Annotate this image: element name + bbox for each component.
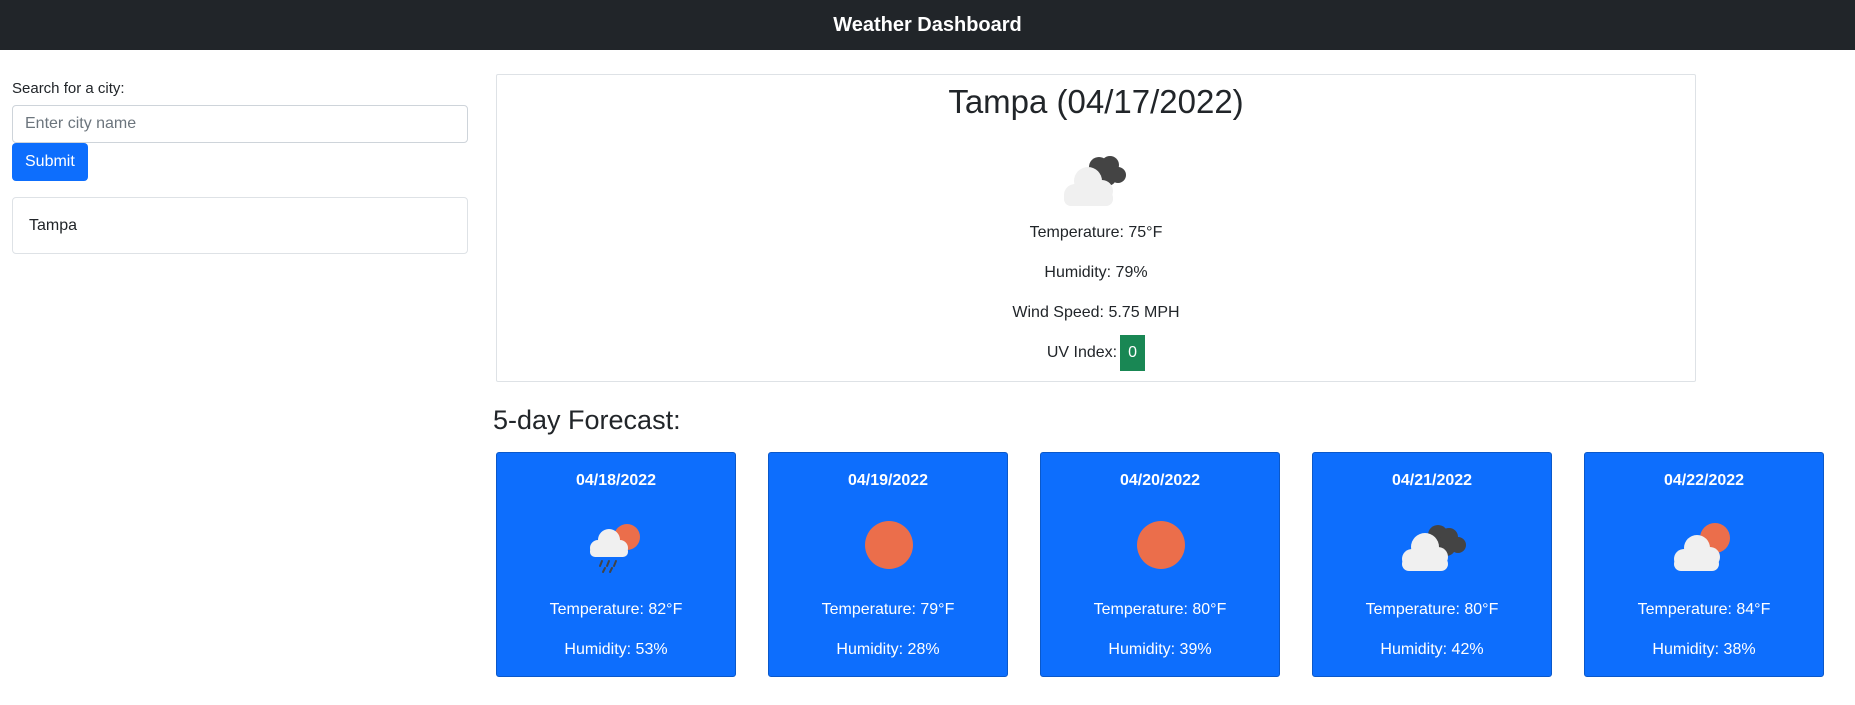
sun-icon <box>865 521 913 569</box>
current-wind-speed: Wind Speed: 5.75 MPH <box>1012 304 1180 321</box>
forecast-humidity: Humidity: 28% <box>836 641 940 658</box>
forecast-humidity: Humidity: 39% <box>1108 641 1212 658</box>
current-temperature: Temperature: 75°F <box>1029 224 1163 241</box>
search-label: Search for a city: <box>12 80 125 97</box>
search-history-list: Tampa <box>12 197 468 254</box>
forecast-temperature: Temperature: 82°F <box>549 601 683 618</box>
forecast-card: 04/21/2022 Temperature: 80°F Humidity: 4… <box>1312 452 1552 677</box>
forecast-heading: 5-day Forecast: <box>493 405 681 435</box>
forecast-card: 04/20/2022 Temperature: 80°F Humidity: 3… <box>1040 452 1280 677</box>
forecast-date: 04/19/2022 <box>847 472 929 489</box>
forecast-humidity: Humidity: 38% <box>1652 641 1756 658</box>
uv-index-badge: 0 <box>1120 335 1146 371</box>
history-item-tampa[interactable]: Tampa <box>13 198 467 253</box>
forecast-date: 04/18/2022 <box>575 472 657 489</box>
forecast-humidity: Humidity: 42% <box>1380 641 1484 658</box>
uv-index-label: UV Index: <box>1046 344 1118 361</box>
current-weather-card: Tampa (04/17/2022) Temperature: 75°F Hum… <box>496 74 1696 382</box>
submit-button[interactable]: Submit <box>12 143 88 181</box>
forecast-humidity: Humidity: 53% <box>564 641 668 658</box>
current-city-title: Tampa (04/17/2022) <box>948 83 1244 120</box>
search-sidebar: Search for a city: Submit Tampa <box>12 80 468 254</box>
sun-icon <box>1137 521 1185 569</box>
forecast-temperature: Temperature: 80°F <box>1365 601 1499 618</box>
city-search-input[interactable] <box>12 105 468 143</box>
current-humidity: Humidity: 79% <box>1044 264 1148 281</box>
cloudy-icon <box>1064 156 1126 206</box>
forecast-card: 04/18/2022 Temperature: 82°F Humidity: 5… <box>496 452 736 677</box>
partly-cloudy-icon <box>1674 523 1730 571</box>
forecast-date: 04/21/2022 <box>1391 472 1473 489</box>
navbar: Weather Dashboard <box>0 0 1855 50</box>
forecast-temperature: Temperature: 80°F <box>1093 601 1227 618</box>
forecast-date: 04/22/2022 <box>1663 472 1745 489</box>
forecast-temperature: Temperature: 84°F <box>1637 601 1771 618</box>
forecast-card: 04/19/2022 Temperature: 79°F Humidity: 2… <box>768 452 1008 677</box>
app-title: Weather Dashboard <box>833 13 1022 36</box>
cloudy-icon <box>1402 525 1466 571</box>
forecast-card: 04/22/2022 Temperature: 84°F Humidity: 3… <box>1584 452 1824 677</box>
uv-index-row: UV Index: 0 <box>497 335 1695 371</box>
rain-sun-icon <box>590 524 640 573</box>
forecast-temperature: Temperature: 79°F <box>821 601 955 618</box>
forecast-date: 04/20/2022 <box>1119 472 1201 489</box>
